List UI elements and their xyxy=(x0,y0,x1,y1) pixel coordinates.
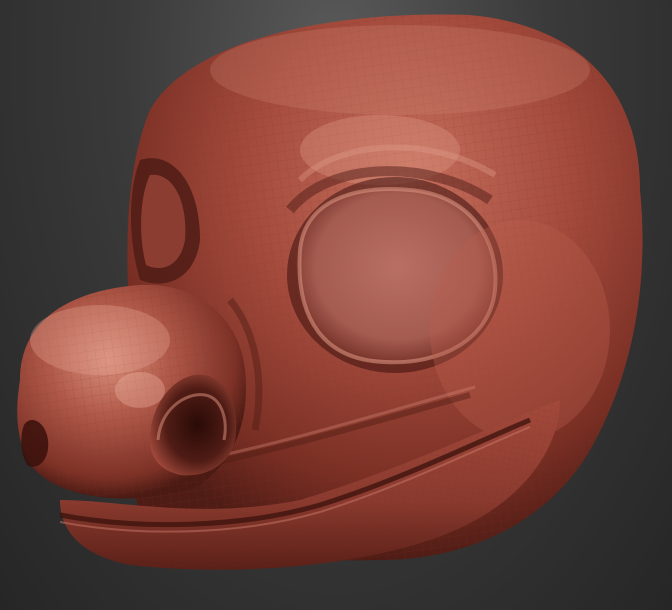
3d-viewport[interactable] xyxy=(0,0,672,610)
sculpt-canvas[interactable] xyxy=(0,0,672,610)
cheek-highlight xyxy=(430,220,610,440)
